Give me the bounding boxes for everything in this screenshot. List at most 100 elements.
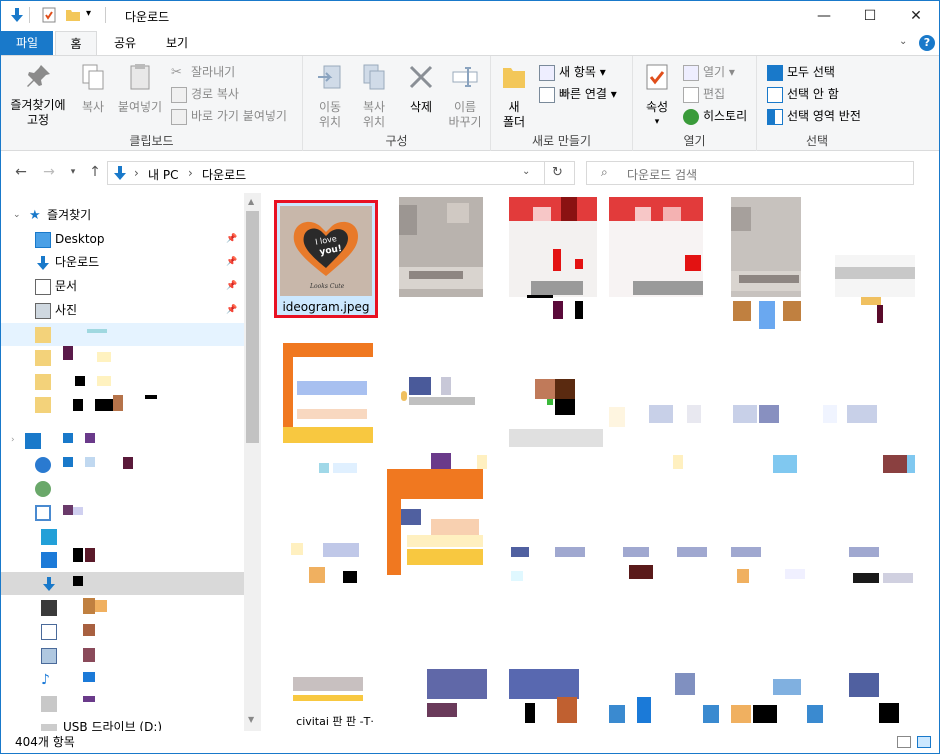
tab-view[interactable]: 보기 [157, 31, 197, 55]
address-box[interactable]: › 내 PC › 다운로드 ⌄ ↻ [107, 161, 575, 185]
nav-this-pc[interactable]: › [1, 429, 245, 452]
file-tile[interactable] [507, 343, 611, 461]
open-button[interactable]: 열기 ▾ [683, 62, 735, 82]
history-button[interactable]: 히스토리 [683, 106, 747, 126]
large-icons-view-icon[interactable] [917, 736, 931, 748]
chevron-down-icon[interactable]: ⌄ [13, 204, 21, 227]
new-group: 새 폴더 새 항목 ▾ 빠른 연결 ▾ 새로 만들기 [491, 56, 633, 152]
search-input[interactable]: ⌕ 다운로드 검색 [586, 161, 914, 185]
item-count: 404개 항목 [15, 735, 75, 749]
nav-downloads-pc[interactable] [1, 572, 245, 595]
nav-pictures-pc[interactable] [1, 644, 245, 667]
nav-quick-access[interactable]: ⌄ ★ 즐겨찾기 [1, 204, 245, 227]
breadcrumb-downloads[interactable]: 다운로드 [202, 166, 246, 183]
copy-to-button[interactable]: 복사 위치 [353, 62, 395, 130]
up-arrow-icon[interactable]: ↑ [87, 164, 103, 180]
nav-item-pictures[interactable]: 사진 📌 [1, 299, 245, 322]
download-location-icon [114, 166, 126, 180]
file-tile[interactable] [395, 197, 499, 315]
folder-icon [35, 327, 51, 343]
nav-usb-drive[interactable]: USB 드라이브 (D:) [1, 716, 245, 731]
scroll-thumb[interactable] [246, 211, 259, 443]
new-folder-quick-icon[interactable] [65, 7, 81, 23]
nav-music[interactable]: ♪ [1, 668, 245, 691]
chevron-right-icon[interactable]: › [11, 429, 15, 452]
breadcrumb-separator-icon: › [188, 166, 193, 180]
details-view-icon[interactable] [897, 736, 911, 748]
paste-shortcut-button[interactable]: 바로 가기 붙여넣기 [171, 106, 287, 126]
paste-button[interactable]: 붙여넣기 [115, 62, 165, 115]
desktop-icon [41, 552, 57, 568]
nav-3d-objects[interactable] [1, 525, 245, 548]
properties-button[interactable]: 속성 ▾ [637, 62, 677, 130]
help-icon[interactable]: ? [919, 35, 935, 51]
file-tile[interactable] [723, 197, 827, 315]
scroll-up-icon[interactable]: ▲ [248, 197, 254, 206]
nav-folder[interactable] [1, 370, 245, 393]
edit-button[interactable]: 편집 [683, 84, 725, 104]
move-to-button[interactable]: 이동 위치 [309, 62, 351, 130]
select-all-button[interactable]: 모두 선택 [767, 62, 835, 82]
rename-button[interactable]: 이름 바꾸기 [443, 62, 487, 130]
pin-quick-access-button[interactable]: 즐겨찾기에 고정 [5, 62, 71, 128]
clipboard-icon [130, 64, 150, 90]
properties-quick-icon[interactable] [41, 7, 57, 23]
film-icon [41, 600, 57, 616]
history-icon [683, 108, 699, 125]
file-tile[interactable]: civitai 판 판 -T· [283, 669, 387, 731]
nav-item-desktop[interactable]: Desktop 📌 [1, 228, 245, 251]
nav-folder[interactable] [1, 346, 245, 369]
file-tile[interactable] [387, 469, 491, 587]
nav-videos[interactable] [1, 596, 245, 619]
minimize-button[interactable]: — [801, 1, 847, 31]
collapse-ribbon-icon[interactable]: ⌄ [899, 36, 907, 47]
back-arrow-icon[interactable]: ← [13, 164, 29, 180]
file-tile[interactable] [391, 343, 495, 461]
customize-quick-access-icon[interactable]: ▾ [86, 8, 91, 19]
tab-share[interactable]: 공유 [105, 31, 145, 55]
file-tile-ideogram[interactable]: I love you! Looks Cute ideogram.jpeg [274, 200, 378, 318]
file-list: I love you! Looks Cute ideogram.jpeg civ… [263, 193, 939, 731]
nav-scrollbar[interactable]: ▲ ▼ [244, 193, 261, 731]
pin-icon: 📌 [226, 257, 238, 267]
scroll-down-icon[interactable]: ▼ [248, 715, 254, 724]
cloud-icon [35, 457, 51, 473]
nav-item-downloads[interactable]: 다운로드 📌 [1, 251, 245, 274]
status-bar: 404개 항목 [1, 731, 939, 753]
close-button[interactable]: ✕ [893, 1, 939, 31]
address-dropdown-icon[interactable]: ⌄ [522, 166, 530, 177]
nav-local-disk[interactable] [1, 692, 245, 715]
nav-computer[interactable] [1, 501, 245, 524]
refresh-icon[interactable]: ↻ [552, 165, 563, 180]
cut-button[interactable]: ✂ 잘라내기 [171, 62, 235, 82]
nav-desktop-pc[interactable] [1, 548, 245, 571]
thumbnail [731, 197, 801, 297]
select-none-button[interactable]: 선택 안 함 [767, 84, 839, 104]
new-item-button[interactable]: 새 항목 ▾ [539, 62, 606, 82]
nav-onedrive[interactable] [1, 453, 245, 476]
copy-path-button[interactable]: 경로 복사 [171, 84, 239, 104]
thumbnail [283, 669, 373, 709]
invert-selection-button[interactable]: 선택 영역 반전 [767, 106, 861, 126]
tab-home[interactable]: 홈 [55, 31, 97, 56]
new-group-label: 새로 만들기 [531, 134, 591, 148]
maximize-button[interactable]: ☐ [847, 1, 893, 31]
breadcrumb-this-pc[interactable]: 내 PC [148, 166, 178, 183]
nav-folder[interactable] [1, 323, 245, 346]
nav-user[interactable] [1, 477, 245, 500]
nav-folder[interactable] [1, 393, 245, 416]
file-tile[interactable] [607, 197, 711, 315]
copy-button[interactable]: 복사 [73, 62, 113, 115]
forward-arrow-icon[interactable]: → [41, 164, 57, 180]
delete-button[interactable]: 삭제 [401, 62, 441, 115]
pin-icon: 📌 [226, 281, 238, 291]
document-icon [41, 624, 57, 640]
new-folder-button[interactable]: 새 폴더 [497, 62, 531, 130]
nav-item-documents[interactable]: 문서 📌 [1, 275, 245, 298]
nav-documents-pc[interactable] [1, 620, 245, 643]
easy-access-button[interactable]: 빠른 연결 ▾ [539, 84, 617, 104]
file-tile[interactable] [507, 197, 611, 315]
tab-file[interactable]: 파일 [1, 31, 53, 55]
file-tile[interactable] [283, 343, 387, 461]
recent-locations-icon[interactable]: ▾ [65, 164, 81, 180]
